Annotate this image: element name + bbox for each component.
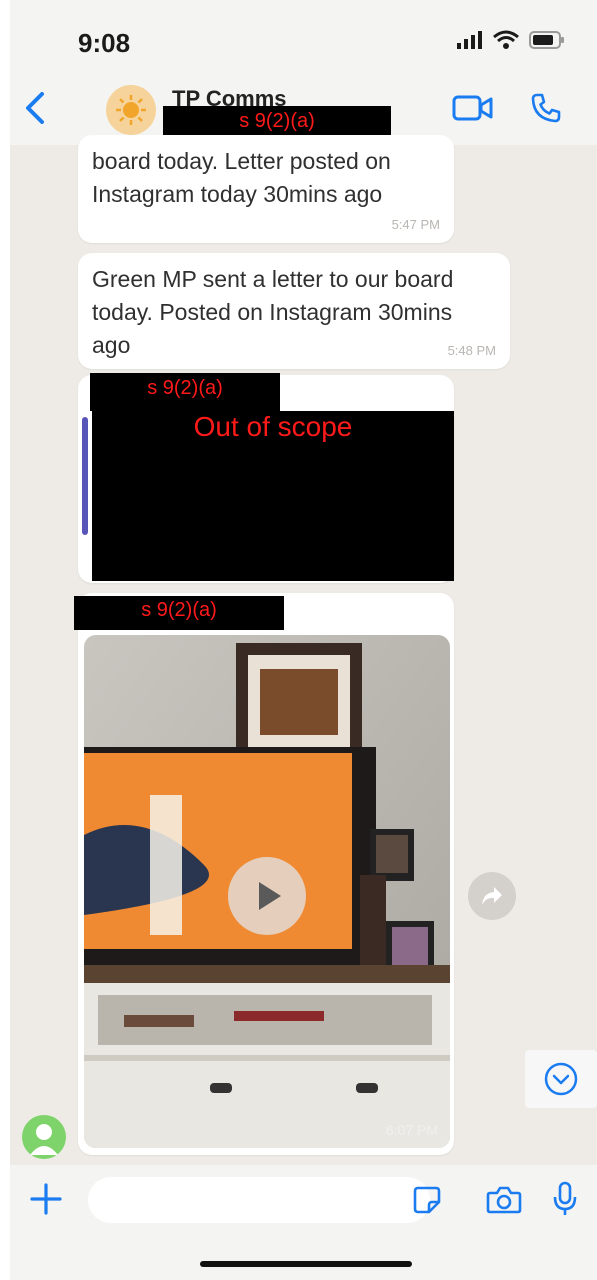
phone-screen: 9:08 TP Comms s 9(2)(a) board today. Let… [10, 0, 597, 1280]
chat-area[interactable]: board today. Letter posted on Instagram … [10, 135, 597, 1165]
status-time: 9:08 [78, 28, 131, 58]
camera-button[interactable] [486, 1185, 522, 1220]
battery-icon [529, 31, 564, 49]
voice-call-button[interactable] [530, 92, 562, 129]
redaction-box: s 9(2)(a) [74, 596, 284, 630]
chevron-down-circle-icon [544, 1062, 578, 1096]
sticker-icon [413, 1186, 441, 1214]
microphone-icon [553, 1181, 577, 1215]
plus-icon [30, 1183, 62, 1215]
video-camera-icon [452, 95, 493, 121]
forward-button[interactable] [468, 872, 516, 920]
sticker-button[interactable] [412, 1185, 442, 1220]
person-icon [30, 1124, 58, 1155]
message-bubble[interactable]: board today. Letter posted on Instagram … [78, 135, 454, 243]
home-indicator[interactable] [200, 1261, 412, 1267]
message-time: 5:48 PM [447, 343, 496, 358]
group-avatar[interactable] [106, 85, 156, 135]
play-icon [259, 882, 281, 910]
video-call-button[interactable] [452, 94, 494, 127]
wifi-icon [493, 30, 519, 49]
sun-icon [116, 95, 146, 125]
redaction-box: s 9(2)(a) [90, 373, 280, 411]
scroll-to-bottom-button[interactable] [525, 1050, 597, 1108]
forward-icon [482, 887, 502, 905]
back-button[interactable] [22, 90, 48, 131]
bubble-accent-bar [82, 417, 88, 535]
status-icons [457, 30, 565, 50]
redaction-box: s 9(2)(a) [163, 106, 391, 138]
message-time: 5:47 PM [391, 217, 440, 232]
redaction-box: Out of scope [92, 411, 454, 581]
message-text: board today. Letter posted on Instagram … [92, 148, 391, 207]
sender-avatar[interactable] [22, 1115, 66, 1159]
play-button[interactable] [228, 857, 306, 935]
video-thumbnail[interactable]: 6:07 PM [84, 635, 450, 1148]
message-input[interactable] [88, 1177, 430, 1223]
phone-icon [531, 93, 561, 123]
composer-bar [10, 1165, 597, 1280]
video-time: 6:07 PM [385, 1122, 438, 1138]
message-text: Green MP sent a letter to our board toda… [92, 266, 454, 358]
camera-icon [486, 1186, 522, 1214]
chat-header: TP Comms s 9(2)(a) [10, 70, 597, 145]
microphone-button[interactable] [552, 1181, 578, 1222]
chevron-left-icon [26, 92, 44, 124]
message-bubble[interactable]: Green MP sent a letter to our board toda… [78, 253, 510, 369]
signal-icon [457, 31, 482, 49]
attach-button[interactable] [28, 1181, 64, 1222]
